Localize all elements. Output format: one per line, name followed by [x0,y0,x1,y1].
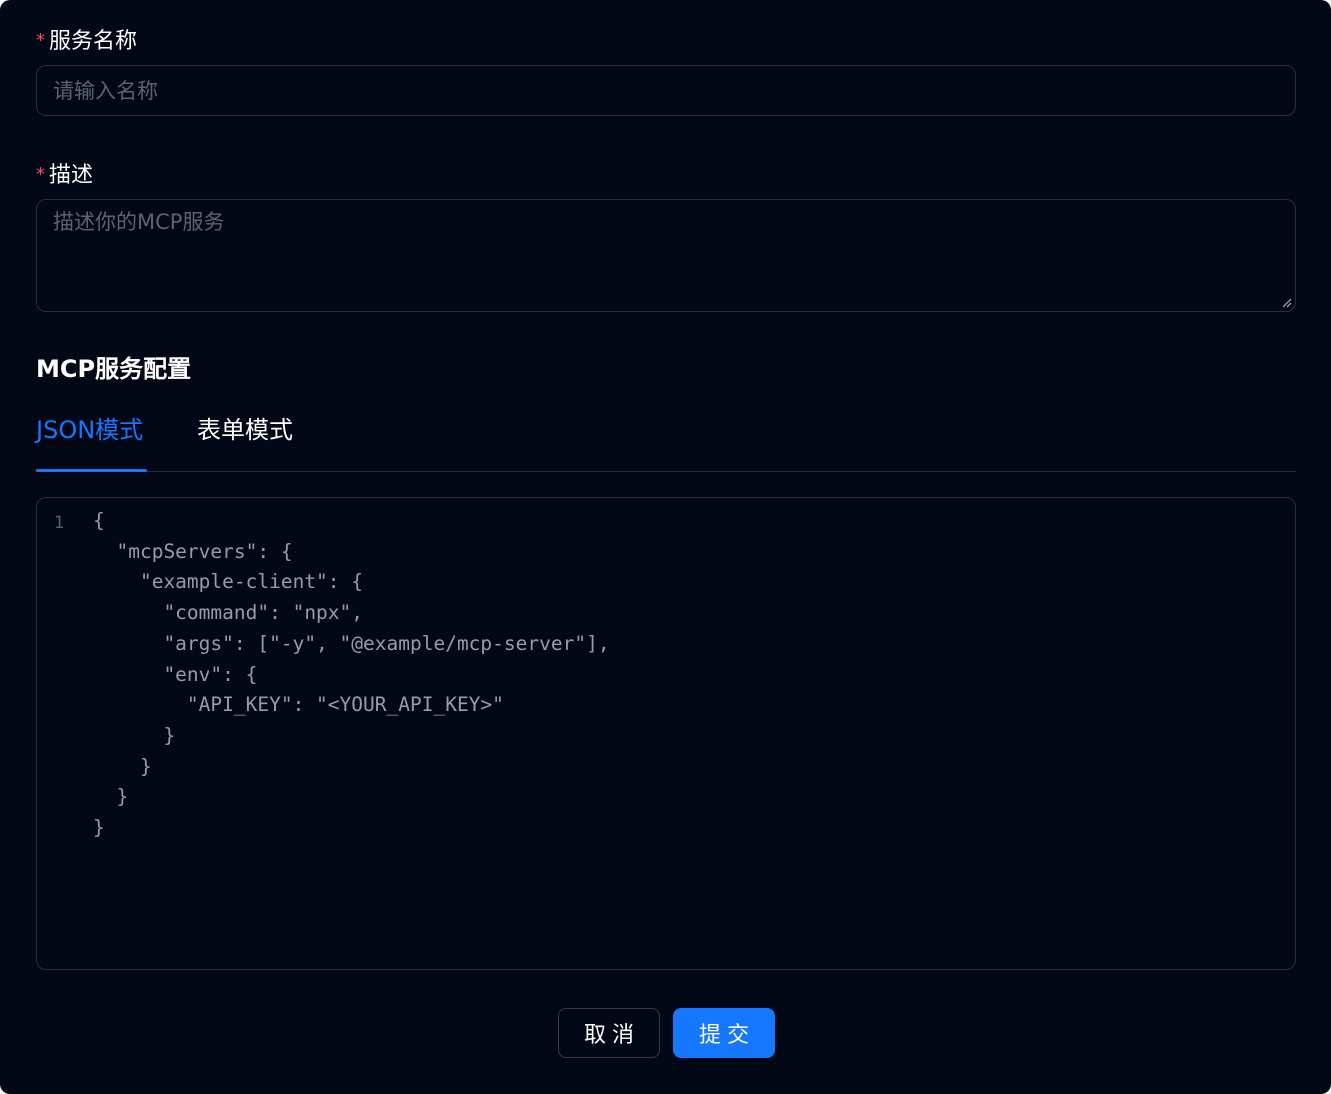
required-mark: * [36,164,45,185]
required-mark: * [36,30,45,51]
description-textarea[interactable] [37,200,1295,311]
config-section-title: MCP服务配置 [36,355,192,383]
tab-json-mode[interactable]: JSON模式 [36,410,147,472]
description-textarea-wrapper [36,199,1296,312]
json-code-editor[interactable]: 1 { "mcpServers": { "example-client": { … [36,497,1296,970]
description-label: * 描述 [36,161,93,191]
service-name-label-text: 服务名称 [49,29,138,54]
service-name-input-wrapper [36,65,1296,116]
tab-form-mode[interactable]: 表单模式 [197,410,293,471]
service-name-input[interactable] [37,66,1295,115]
service-name-label: * 服务名称 [36,27,137,57]
cancel-button[interactable]: 取消 [558,1008,660,1058]
form-actions: 取消 提交 [0,1008,1331,1058]
line-number-gutter: 1 [53,513,65,533]
config-mode-tabs: JSON模式 表单模式 [36,410,1296,472]
description-label-text: 描述 [49,163,94,188]
resize-handle-icon[interactable] [1280,296,1292,308]
submit-button[interactable]: 提交 [673,1008,775,1058]
mcp-service-form-panel: * 服务名称 * 描述 MCP服务配置 JSON模式 表单模式 1 { "mcp… [0,0,1331,1094]
json-code-content[interactable]: { "mcpServers": { "example-client": { "c… [93,506,610,844]
